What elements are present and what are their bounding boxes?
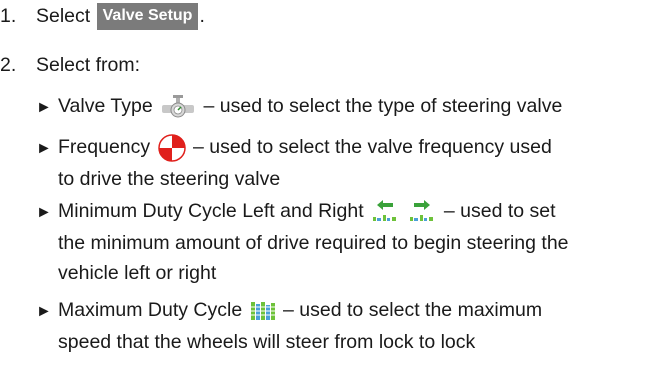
bullet-arrow-icon: ►	[36, 99, 52, 116]
option-desc-cont: the minimum amount of drive required to …	[58, 232, 569, 254]
max-duty-cycle-icon	[250, 300, 276, 322]
option-valve-type: ► Valve Type – used to select the type of…	[36, 91, 646, 123]
option-desc-cont: to drive the steering valve	[58, 168, 281, 190]
valve-icon	[160, 94, 196, 119]
option-name: Valve Type	[58, 95, 153, 117]
step-2: 2. Select from:	[0, 52, 140, 78]
step-number: 1.	[0, 5, 17, 27]
option-desc: – used to select the maximum	[277, 299, 543, 321]
option-desc: – used to select the type of steering va…	[198, 95, 563, 117]
option-desc-cont: vehicle left or right	[58, 262, 217, 284]
option-name: Maximum Duty Cycle	[58, 299, 243, 321]
valve-setup-button[interactable]: Valve Setup	[96, 3, 199, 31]
option-frequency: ► Frequency – used to select the valve fr…	[36, 132, 646, 194]
bullet-arrow-icon: ►	[36, 303, 52, 320]
option-desc: – used to select the valve frequency use…	[187, 136, 552, 158]
duty-cycle-left-icon	[371, 199, 399, 225]
duty-cycle-right-icon	[408, 199, 436, 225]
bullet-arrow-icon: ►	[36, 204, 52, 221]
option-desc-cont: speed that the wheels will steer from lo…	[58, 331, 476, 353]
option-max-duty-cycle: ► Maximum Duty Cycle – used to select the…	[36, 295, 646, 357]
option-name: Minimum Duty Cycle Left and Right	[58, 200, 364, 222]
frequency-icon	[157, 134, 186, 162]
step-number: 2.	[0, 54, 17, 76]
option-desc: – used to set	[438, 200, 556, 222]
step-1: 1. Select Valve Setup.	[0, 3, 205, 31]
step-text: Select	[36, 5, 91, 27]
bullet-arrow-icon: ►	[36, 140, 52, 157]
step-text: Select from:	[36, 54, 141, 76]
option-min-duty-cycle: ► Minimum Duty Cycle Left and Right – use…	[36, 196, 646, 288]
step-text-end: .	[199, 5, 205, 27]
option-name: Frequency	[58, 136, 151, 158]
